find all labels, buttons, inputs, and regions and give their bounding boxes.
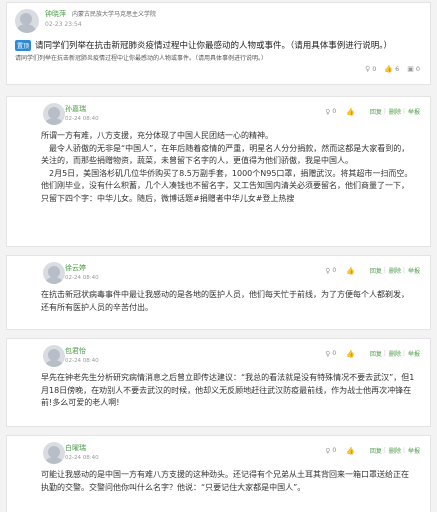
question-author-name[interactable]: 钟晓萍 (45, 9, 66, 19)
thumb-up-icon[interactable]: 👍 (346, 447, 355, 455)
delete-link[interactable]: 删除 (389, 266, 401, 275)
answer-body: 在抗击新冠状病毒事件中最让我感动的是各地的医护人员，他们每天忙于前线，为了方便每… (41, 289, 422, 314)
question-author-school: 内蒙古民族大学马克思主义学院 (72, 11, 157, 18)
answer-paragraph: 可能让我感动的是中国一方有难八方支援的这种劲头。还记得有个兄弟从土耳其背回来一箱… (41, 470, 409, 492)
answer-author-avatar[interactable] (43, 262, 65, 284)
delete-link[interactable]: 删除 (389, 107, 401, 116)
reply-link[interactable]: 回复 (370, 446, 382, 455)
answer-actions: ♀ 0 👍 回复 | 删除 | 举报 (325, 266, 420, 276)
like-icon[interactable]: ♀ (325, 350, 330, 358)
answer-stat[interactable]: 👍 6 (384, 65, 399, 73)
question-author-avatar[interactable] (15, 9, 39, 33)
question-card: 钟晓萍 内蒙古民族大学马克思主义学院 02-23 23:54 置顶 请同学们列举… (6, 2, 431, 85)
pinned-badge: 置顶 (15, 39, 32, 51)
answer-body: 所谓一方有难，八方支援，充分体现了中国人民团结一心的精神。 最令人骄傲的无非是“… (41, 130, 422, 205)
answer-author-avatar[interactable] (43, 442, 65, 464)
delete-link[interactable]: 删除 (389, 349, 401, 358)
question-stats: ♀ 0 👍 6 ▣ 0 (357, 65, 420, 73)
question-title: 请同学们列举在抗击新冠肺炎疫情过程中让你最感动的人物或事件。（请用具体事例进行说… (35, 41, 393, 51)
answer-time: 02-24 08:40 (65, 455, 99, 461)
thumb-up-icon: ♀ (365, 65, 371, 73)
answer-item: 徐云婷 02-24 08:40 ♀ 0 👍 回复 | 删除 | 举报 在抗击新冠状病毒… (6, 255, 431, 330)
comment-stat[interactable]: ▣ 0 (407, 65, 420, 73)
question-time: 02-23 23:54 (45, 21, 82, 28)
like-icon[interactable]: ♀ (325, 267, 330, 275)
comment-icon: ▣ (407, 65, 414, 73)
like-stat[interactable]: ♀ 0 (365, 65, 376, 73)
answer-paragraph: 最令人骄傲的无非是“中国人”，在年后随着疫情的严重，明星名人分分捐款，然而这都是… (41, 143, 410, 166)
answer-author-avatar[interactable] (43, 103, 65, 125)
thumb-up-icon[interactable]: 👍 (346, 350, 355, 358)
answer-time: 02-24 08:40 (65, 358, 99, 364)
answer-time: 02-24 08:40 (65, 116, 99, 122)
answer-actions: ♀ 0 👍 回复 | 删除 | 举报 (325, 107, 420, 117)
reply-link[interactable]: 回复 (370, 266, 382, 275)
answer-item: 白曜瑞 02-24 08:40 ♀ 0 👍 回复 | 删除 | 举报 可能让我感动的是… (6, 435, 431, 512)
answer-author-avatar[interactable] (43, 345, 65, 367)
answer-item: 包君怡 02-24 08:40 ♀ 0 👍 回复 | 删除 | 举报 早先在钟老先生分… (6, 338, 431, 427)
answer-actions: ♀ 0 👍 回复 | 删除 | 举报 (325, 446, 420, 456)
discussion-page: 钟晓萍 内蒙古民族大学马克思主义学院 02-23 23:54 置顶 请同学们列举… (0, 0, 437, 512)
thumb-up-icon[interactable]: 👍 (346, 267, 355, 275)
thumb-up-icon[interactable]: 👍 (346, 108, 355, 116)
answer-paragraph: 所谓一方有难，八方支援，充分体现了中国人民团结一心的精神。 (41, 131, 273, 140)
answer-body: 可能让我感动的是中国一方有难八方支援的这种劲头。还记得有个兄弟从土耳其背回来一箱… (41, 469, 422, 494)
report-link[interactable]: 举报 (408, 266, 420, 275)
report-link[interactable]: 举报 (408, 107, 420, 116)
thumb-icon: 👍 (384, 65, 394, 73)
delete-link[interactable]: 删除 (389, 446, 401, 455)
answer-paragraph: 在抗击新冠状病毒事件中最让我感动的是各地的医护人员，他们每天忙于前线，为了方便每… (41, 290, 409, 312)
answer-paragraph: 2月5日，美国洛杉矶几位华侨购买了8.5万副手套，1000个N95口罩，捐赠武汉… (41, 168, 413, 203)
report-link[interactable]: 举报 (408, 446, 420, 455)
report-link[interactable]: 举报 (408, 349, 420, 358)
answer-item: 孙嘉瑞 02-24 08:40 ♀ 0 👍 回复 | 删除 | 举报 所谓一方有难，八… (6, 96, 431, 247)
like-icon[interactable]: ♀ (325, 108, 330, 116)
answer-body: 早先在钟老先生分析研究病情消息之后曾立即传达建议：“我总的看法就是没有特殊情况不… (41, 372, 422, 410)
answer-time: 02-24 08:40 (65, 275, 99, 281)
reply-link[interactable]: 回复 (370, 349, 382, 358)
like-icon[interactable]: ♀ (325, 447, 330, 455)
reply-link[interactable]: 回复 (370, 107, 382, 116)
answer-paragraph: 早先在钟老先生分析研究病情消息之后曾立即传达建议：“我总的看法就是没有特殊情况不… (41, 373, 415, 407)
question-description: 请同学们列举在抗击新冠肺炎疫情过程中让你最感动的人物或事件。（请用具体事例进行说… (15, 55, 268, 62)
answer-actions: ♀ 0 👍 回复 | 删除 | 举报 (325, 349, 420, 359)
